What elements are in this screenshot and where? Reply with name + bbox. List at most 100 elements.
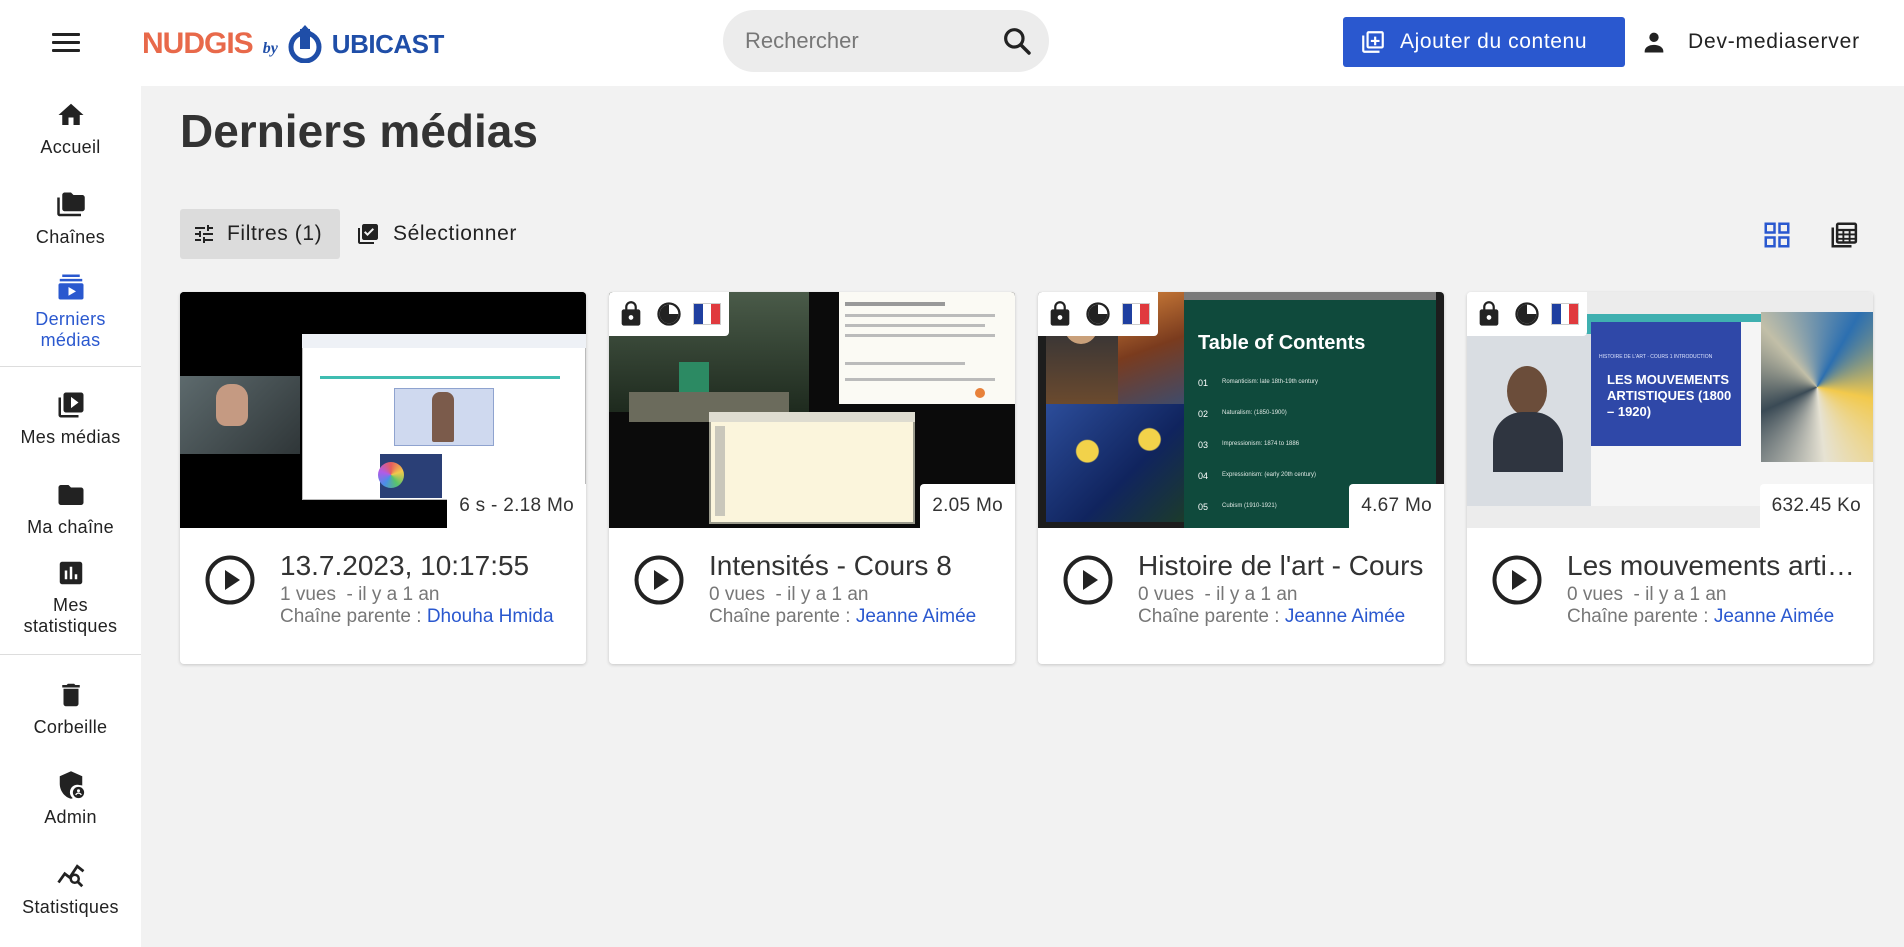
- thumb-heading: LES MOUVEMENTS ARTISTIQUES (1800 – 1920): [1607, 372, 1732, 419]
- media-card[interactable]: HISTOIRE DE L'ART · COURS 1 INTRODUCTION…: [1467, 292, 1873, 664]
- size-badge: 632.45 Ko: [1759, 484, 1873, 528]
- lock-icon: [621, 301, 641, 326]
- parent-channel-link[interactable]: Jeanne Aimée: [1285, 606, 1405, 627]
- media-meta: 0 vues - il y a 1 an: [709, 584, 868, 606]
- thumb-item: Cubism (1910-1921): [1222, 503, 1277, 509]
- media-parent-channel: Chaîne parente : Jeanne Aimée: [1138, 606, 1428, 628]
- sidebar-divider: [0, 366, 141, 367]
- filters-label: Filtres (1): [227, 222, 323, 245]
- media-age: - il y a 1 an: [775, 584, 869, 605]
- lock-icon: [1050, 301, 1070, 326]
- sidebar-item-label: Statistiques: [22, 897, 119, 917]
- thumb-item: Expressionism: (early 20th century): [1222, 472, 1317, 478]
- search-icon[interactable]: [1001, 25, 1033, 57]
- media-views: 0 vues: [1567, 584, 1623, 605]
- media-views: 0 vues: [709, 584, 765, 605]
- thumb-item: Impressionism: 1874 to 1886: [1222, 441, 1300, 447]
- play-icon[interactable]: [1491, 554, 1543, 606]
- play-icon[interactable]: [633, 554, 685, 606]
- parent-channel-link[interactable]: Dhouha Hmida: [427, 606, 554, 627]
- media-views: 1 vues: [280, 584, 336, 605]
- media-meta: 1 vues - il y a 1 an: [280, 584, 439, 606]
- media-age: - il y a 1 an: [1204, 584, 1298, 605]
- media-title[interactable]: Les mouvements artistiques: [1567, 550, 1857, 582]
- size-badge: 2.05 Mo: [920, 484, 1015, 528]
- processing-icon: [657, 302, 681, 326]
- thumb-item: Naturalism: (1850-1900): [1222, 410, 1287, 416]
- sidebar-item-admin[interactable]: Admin: [0, 770, 141, 828]
- french-flag-icon: [1551, 303, 1579, 325]
- media-badges: [609, 292, 729, 336]
- list-view-icon[interactable]: [1829, 220, 1859, 250]
- select-label: Sélectionner: [393, 222, 517, 245]
- sidebar-item-label: Derniers médias: [35, 309, 106, 350]
- thumb-subheading: HISTOIRE DE L'ART · COURS 1 INTRODUCTION: [1599, 354, 1713, 360]
- grid-view-icon[interactable]: [1762, 220, 1792, 250]
- media-title[interactable]: 13.7.2023, 10:17:55: [280, 550, 570, 582]
- sidebar-item-mes-medias[interactable]: Mes médias: [0, 390, 141, 448]
- french-flag-icon: [693, 303, 721, 325]
- processing-icon: [1515, 302, 1539, 326]
- add-content-label: Ajouter du contenu: [1400, 30, 1588, 53]
- trash-icon: [61, 683, 80, 707]
- menu-icon[interactable]: [52, 26, 84, 58]
- filters-button[interactable]: Filtres (1): [180, 209, 340, 259]
- add-content-button[interactable]: Ajouter du contenu: [1343, 17, 1625, 67]
- sidebar: Accueil Chaînes Derniers médias Mes médi…: [0, 86, 141, 947]
- user-menu[interactable]: Dev-mediaserver: [1640, 22, 1860, 62]
- sidebar-item-statistiques[interactable]: Statistiques: [0, 860, 141, 918]
- parent-channel-link[interactable]: Jeanne Aimée: [1714, 606, 1834, 627]
- logo[interactable]: NUDGIS by UBICAST: [142, 24, 444, 64]
- french-flag-icon: [1122, 303, 1150, 325]
- admin-shield-icon: [59, 771, 84, 799]
- play-icon[interactable]: [204, 554, 256, 606]
- home-icon: [58, 103, 83, 125]
- sidebar-item-ma-chaine[interactable]: Ma chaîne: [0, 480, 141, 538]
- thumb-number: 01: [1198, 378, 1209, 388]
- media-card[interactable]: 6 s - 2.18 Mo 13.7.2023, 10:17:55 1 vues…: [180, 292, 586, 664]
- parent-prefix: Chaîne parente :: [1567, 606, 1714, 627]
- sidebar-item-derniers-medias[interactable]: Derniers médias: [0, 272, 141, 351]
- page-title: Derniers médias: [180, 105, 538, 157]
- sidebar-item-label: Chaînes: [35, 227, 106, 247]
- sidebar-item-accueil[interactable]: Accueil: [0, 100, 141, 158]
- size-badge: 4.67 Mo: [1349, 484, 1444, 528]
- sidebar-item-mes-statistiques[interactable]: Mes statistiques: [0, 558, 141, 637]
- parent-prefix: Chaîne parente :: [1138, 606, 1285, 627]
- parent-prefix: Chaîne parente :: [709, 606, 856, 627]
- media-parent-channel: Chaîne parente : Dhouha Hmida: [280, 606, 570, 628]
- thumb-item: Romanticism: late 18th-19th century: [1222, 379, 1319, 385]
- sidebar-divider: [0, 654, 141, 655]
- parent-prefix: Chaîne parente :: [280, 606, 427, 627]
- sidebar-item-label: Mes statistiques: [23, 595, 118, 636]
- media-meta: 0 vues - il y a 1 an: [1138, 584, 1297, 606]
- size-badge: 6 s - 2.18 Mo: [447, 484, 586, 528]
- logo-ubicast: UBICAST: [331, 28, 445, 59]
- media-badges: [1467, 292, 1587, 336]
- media-title[interactable]: Intensités - Cours 8: [709, 550, 999, 582]
- media-card[interactable]: 2.05 Mo Intensités - Cours 8 0 vues - il…: [609, 292, 1015, 664]
- media-title[interactable]: Histoire de l'art - Cours: [1138, 550, 1428, 582]
- select-button[interactable]: Sélectionner: [356, 209, 517, 259]
- media-card[interactable]: Table of Contents 01 Romanticism: late 1…: [1038, 292, 1444, 664]
- sidebar-item-label: Admin: [44, 807, 97, 827]
- thumb-heading: Table of Contents: [1198, 332, 1366, 354]
- statistics-icon: [56, 864, 84, 888]
- play-icon[interactable]: [1062, 554, 1114, 606]
- parent-channel-link[interactable]: Jeanne Aimée: [856, 606, 976, 627]
- media-views: 0 vues: [1138, 584, 1194, 605]
- sidebar-item-label: Corbeille: [33, 717, 108, 737]
- user-icon: [1644, 32, 1664, 53]
- folder-icon: [58, 485, 83, 505]
- media-meta: 0 vues - il y a 1 an: [1567, 584, 1726, 606]
- search-bar: [723, 10, 1049, 72]
- my-stats-icon: [59, 561, 82, 585]
- search-input[interactable]: [723, 28, 983, 54]
- folders-icon: [56, 192, 85, 217]
- select-checkbox-icon: [358, 224, 378, 244]
- sidebar-item-chaines[interactable]: Chaînes: [0, 190, 141, 248]
- thumb-number: 03: [1198, 440, 1209, 450]
- media-age: - il y a 1 an: [1633, 584, 1727, 605]
- sidebar-item-label: Accueil: [40, 137, 101, 157]
- sidebar-item-corbeille[interactable]: Corbeille: [0, 680, 141, 738]
